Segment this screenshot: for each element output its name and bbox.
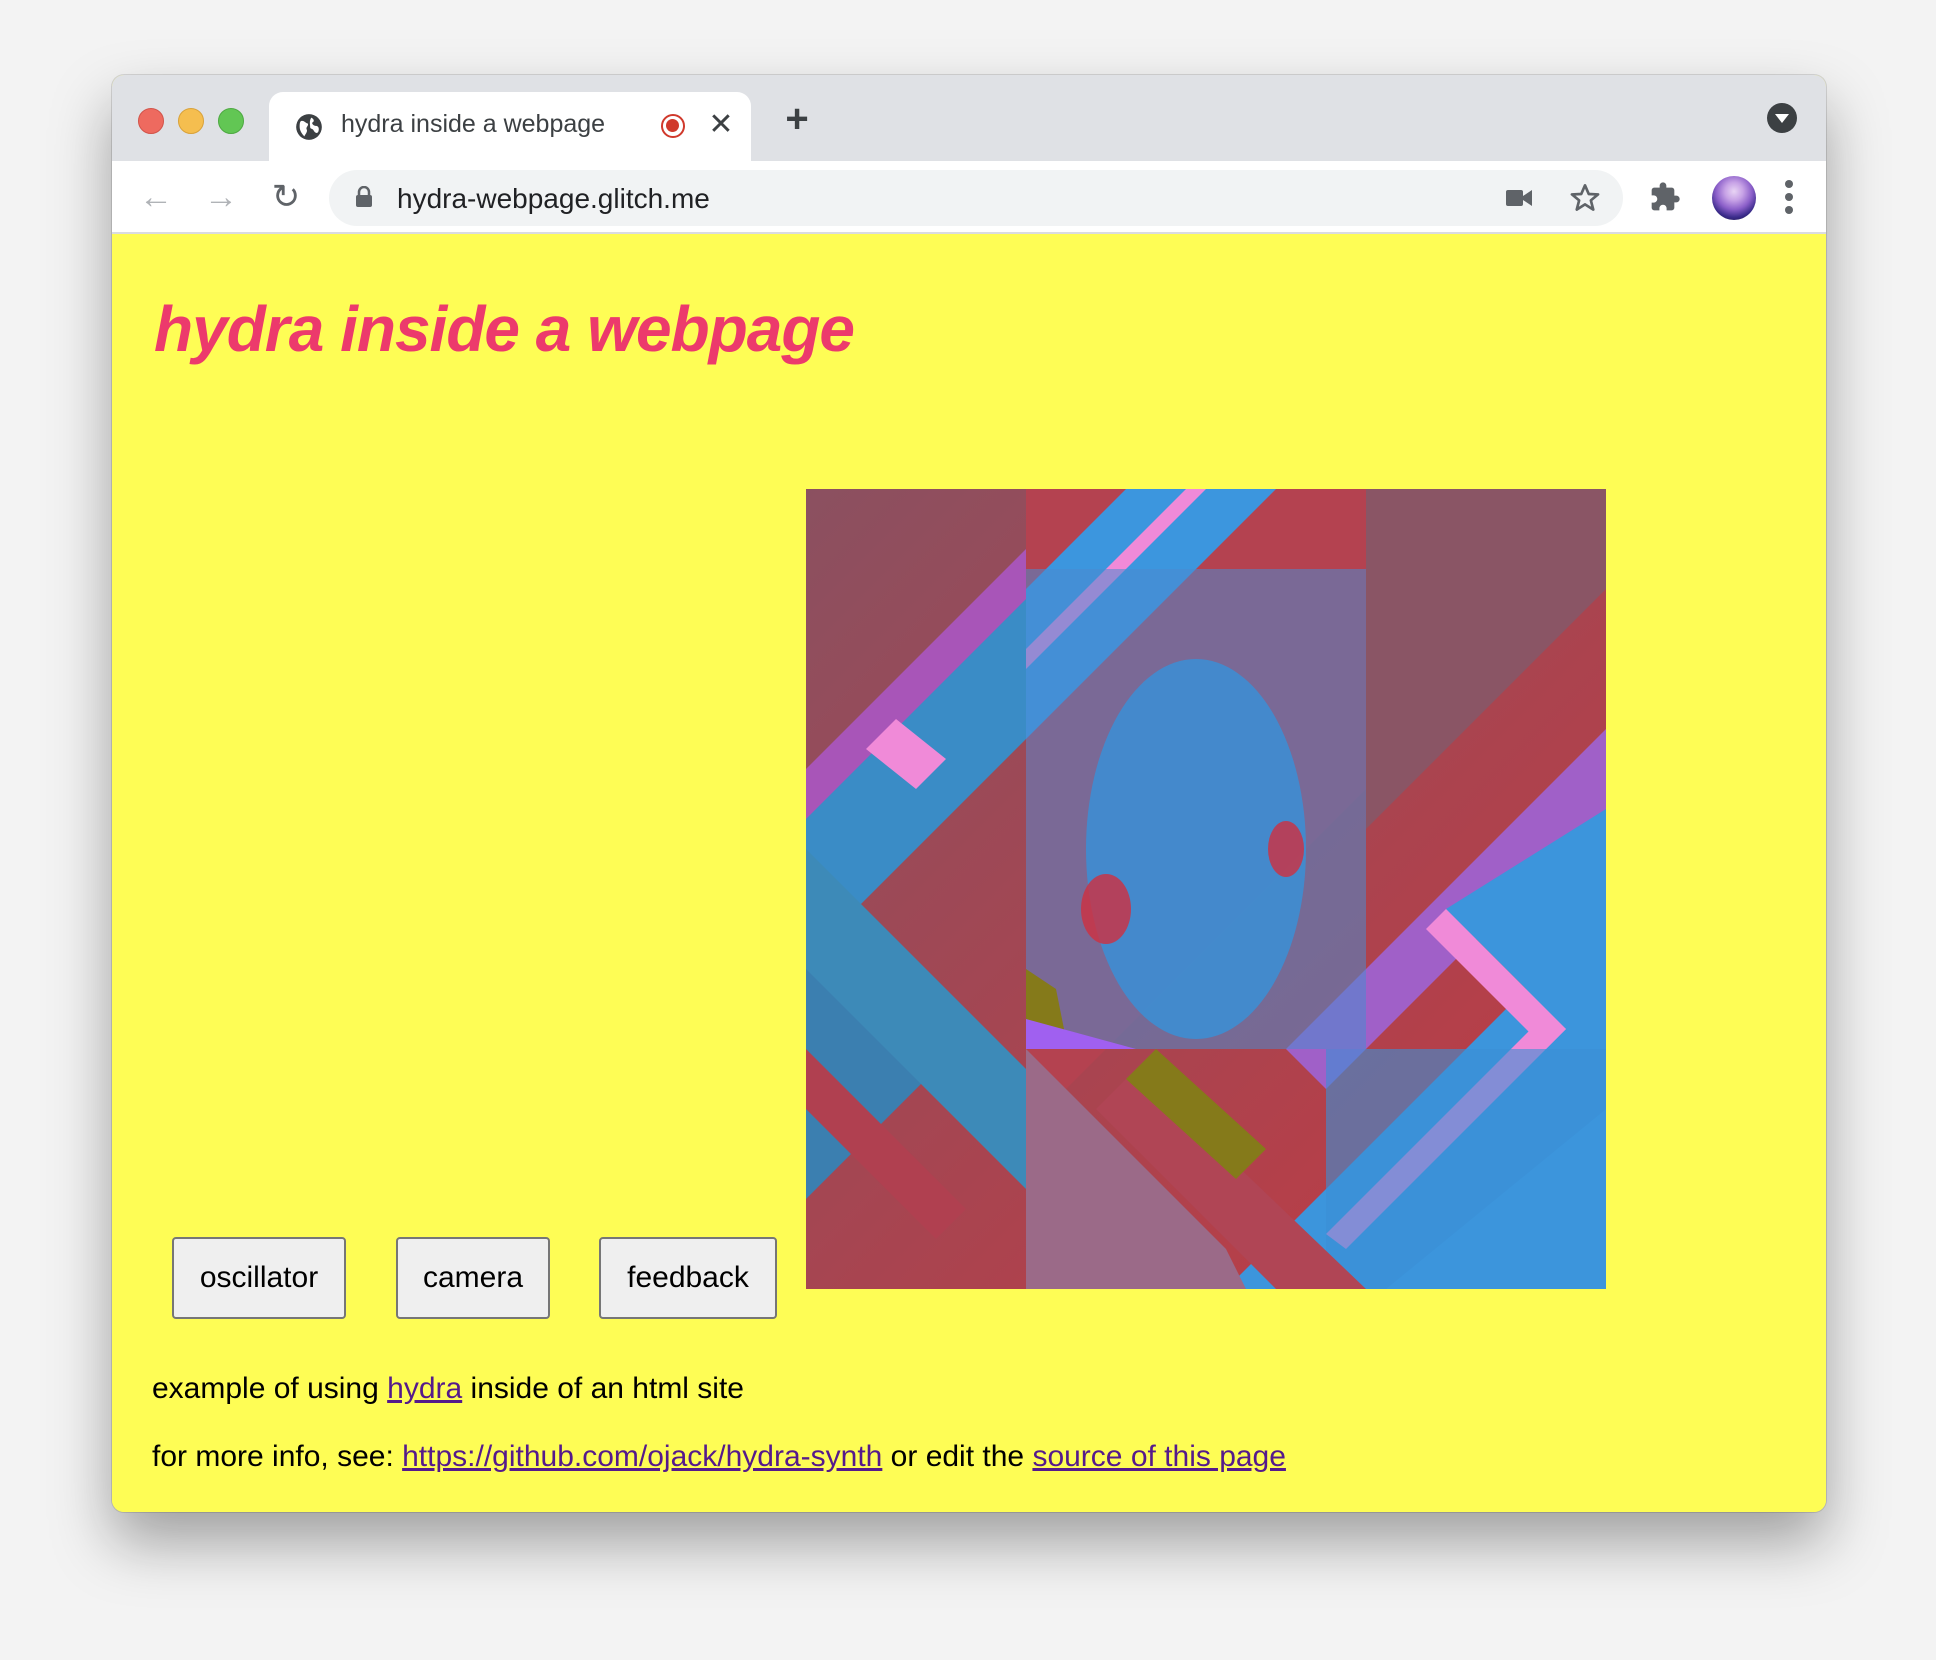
author-prefix: by xyxy=(152,1508,192,1512)
more-info-text: for more info, see: xyxy=(152,1440,403,1473)
camera-figure xyxy=(1081,874,1131,944)
lock-icon xyxy=(356,186,372,207)
github-link[interactable]: https://github.com/ojack/hydra-synth xyxy=(402,1440,882,1473)
reload-button[interactable]: ↻ xyxy=(266,177,306,217)
tab-active[interactable]: hydra inside a webpage ✕ xyxy=(269,92,751,161)
forward-button[interactable]: → xyxy=(201,177,241,217)
tab-search-button[interactable] xyxy=(1767,103,1797,133)
tab-title: hydra inside a webpage xyxy=(341,110,606,138)
camera-icon[interactable] xyxy=(1506,188,1532,208)
browser-window: hydra inside a webpage ✕ + ← → ↻ hydra-w… xyxy=(112,75,1826,1512)
address-bar[interactable]: hydra-webpage.glitch.me xyxy=(329,170,1623,226)
hydra-visual xyxy=(806,489,1606,1289)
author-link[interactable]: olivia xyxy=(192,1508,260,1512)
more-info-middle-text: or edit the xyxy=(882,1440,1033,1473)
browser-toolbar: ← → ↻ hydra-webpage.glitch.me xyxy=(112,161,1826,234)
description-paragraph: example of using hydra inside of an html… xyxy=(152,1372,744,1406)
feedback-button[interactable]: feedback xyxy=(599,1237,777,1319)
maximize-window-button[interactable] xyxy=(218,108,244,134)
close-window-button[interactable] xyxy=(138,108,164,134)
profile-avatar[interactable] xyxy=(1712,176,1756,220)
author-paragraph: by olivia xyxy=(152,1508,260,1512)
star-icon[interactable] xyxy=(1569,182,1601,214)
description-text-before: example of using xyxy=(152,1372,388,1405)
globe-icon xyxy=(296,114,322,140)
oscillator-button[interactable]: oscillator xyxy=(172,1237,346,1319)
camera-button[interactable]: camera xyxy=(396,1237,550,1319)
page-content: hydra inside a webpage oscillator camera… xyxy=(112,234,1826,1512)
back-button[interactable]: ← xyxy=(136,177,176,217)
new-tab-button[interactable]: + xyxy=(777,99,817,139)
hydra-canvas[interactable] xyxy=(806,489,1606,1289)
source-link[interactable]: source of this page xyxy=(1032,1440,1286,1473)
menu-icon[interactable] xyxy=(1784,180,1794,216)
extensions-icon[interactable] xyxy=(1649,181,1681,213)
description-text-after: inside of an html site xyxy=(462,1372,744,1405)
url-text[interactable]: hydra-webpage.glitch.me xyxy=(397,183,710,215)
more-info-paragraph: for more info, see: https://github.com/o… xyxy=(152,1440,1286,1474)
minimize-window-button[interactable] xyxy=(178,108,204,134)
recording-icon xyxy=(661,114,685,138)
hydra-link[interactable]: hydra xyxy=(387,1372,462,1405)
page-title: hydra inside a webpage xyxy=(154,293,855,365)
tab-close-button[interactable]: ✕ xyxy=(706,108,736,142)
tab-bar: hydra inside a webpage ✕ + xyxy=(112,75,1826,161)
camera-figure xyxy=(1268,821,1304,877)
